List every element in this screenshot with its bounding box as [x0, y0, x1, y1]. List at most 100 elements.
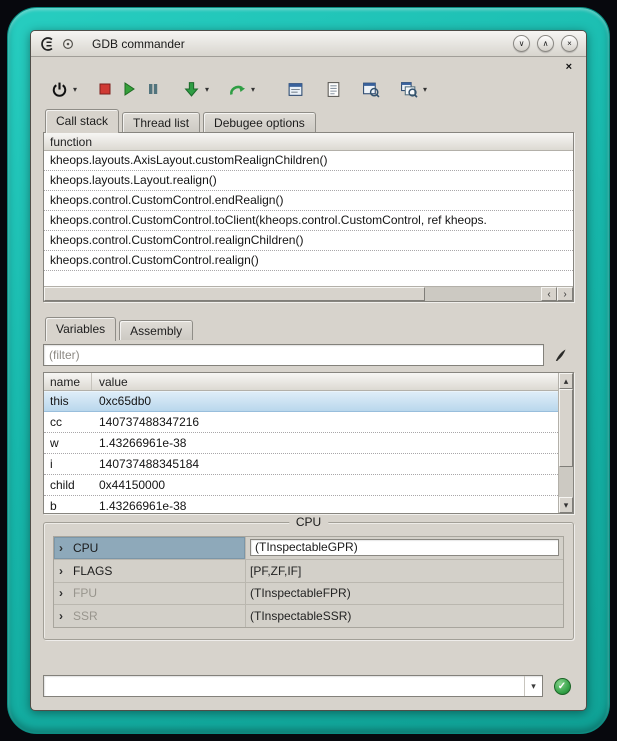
cpu-property-grid: › CPU (TInspectableGPR) › FLAGS: [53, 536, 564, 628]
execute-button[interactable]: ✓: [550, 674, 574, 698]
variables-panel: name value this 0xc65db0 cc 140737488347…: [43, 340, 574, 514]
column-header-name[interactable]: name: [44, 373, 92, 390]
var-value: 1.43266961e-38: [92, 433, 558, 453]
cpu-row-name[interactable]: › FLAGS: [54, 560, 246, 582]
step-over-button[interactable]: [225, 76, 249, 102]
table-row[interactable]: child 0x44150000: [44, 475, 558, 496]
pause-button[interactable]: [141, 76, 165, 102]
scroll-left-button[interactable]: ‹: [541, 287, 557, 301]
scroll-down-icon: ▾: [564, 500, 569, 511]
list-item[interactable]: kheops.control.CustomControl.toClient(kh…: [44, 211, 573, 231]
document-list-icon: [325, 81, 342, 98]
table-row[interactable]: i 140737488345184: [44, 454, 558, 475]
inspector-menu-button[interactable]: ▾: [421, 85, 429, 94]
scroll-up-button[interactable]: ▴: [559, 373, 573, 389]
dock-header: ×: [43, 59, 574, 74]
var-value: 1.43266961e-38: [92, 496, 558, 513]
middle-tab-bar: Variables Assembly: [43, 316, 574, 340]
curved-arrow-icon: [228, 81, 246, 98]
list-item[interactable]: kheops.control.CustomControl.realignChil…: [44, 231, 573, 251]
scrollbar-trough[interactable]: [559, 467, 573, 497]
list-item[interactable]: kheops.layouts.Layout.realign(): [44, 171, 573, 191]
var-value: 0x44150000: [92, 475, 558, 495]
register-group-label: SSR: [73, 609, 98, 623]
table-row[interactable]: › CPU (TInspectableGPR): [54, 537, 563, 560]
power-menu-button[interactable]: ▾: [71, 85, 79, 94]
table-row[interactable]: cc 140737488347216: [44, 412, 558, 433]
minimize-button[interactable]: ∨: [513, 35, 530, 52]
register-group-label: CPU: [73, 541, 98, 555]
list-item[interactable]: kheops.control.CustomControl.endRealign(…: [44, 191, 573, 211]
maximize-button[interactable]: ∧: [537, 35, 554, 52]
close-button[interactable]: ×: [561, 35, 578, 52]
app-logo-icon: [39, 36, 57, 52]
cpu-row-name[interactable]: › SSR: [54, 605, 246, 627]
combo-dropdown-button[interactable]: ▾: [524, 676, 542, 696]
table-row[interactable]: this 0xc65db0: [44, 391, 558, 412]
step-over-menu-button[interactable]: ▾: [249, 85, 257, 94]
expander-icon[interactable]: ›: [59, 588, 68, 598]
scrollbar-thumb[interactable]: [44, 287, 425, 301]
var-name: b: [44, 496, 92, 513]
scroll-left-icon: ‹: [547, 289, 550, 300]
pane-close-button[interactable]: ×: [564, 61, 574, 73]
scrollbar-trough[interactable]: [425, 287, 541, 301]
cpu-row-value: (TInspectableSSR): [246, 605, 563, 627]
power-button[interactable]: [47, 76, 71, 102]
tab-call-stack[interactable]: Call stack: [45, 109, 119, 133]
app-badge-icon: [62, 38, 74, 50]
cpu-row-value: (TInspectableFPR): [246, 583, 563, 605]
client-area: × ▾: [31, 57, 586, 710]
tab-assembly[interactable]: Assembly: [119, 320, 193, 340]
list-item[interactable]: kheops.control.CustomControl.realign(): [44, 251, 573, 271]
value-editor[interactable]: (TInspectableGPR): [250, 539, 559, 556]
expander-icon[interactable]: ›: [59, 543, 68, 553]
expander-icon[interactable]: ›: [59, 611, 68, 621]
tab-variables[interactable]: Variables: [45, 317, 116, 341]
cpu-row-value: [PF,ZF,IF]: [246, 560, 563, 582]
cpu-row-name[interactable]: › CPU: [54, 537, 246, 559]
titlebar[interactable]: GDB commander ∨ ∧ ×: [31, 31, 586, 57]
play-icon: [121, 81, 137, 97]
command-input[interactable]: [44, 676, 524, 696]
command-combobox[interactable]: ▾: [43, 675, 543, 697]
table-row[interactable]: › FPU (TInspectableFPR): [54, 583, 563, 606]
tab-debugee-options[interactable]: Debugee options: [203, 112, 316, 132]
output-button[interactable]: [283, 76, 307, 102]
tab-label: Call stack: [56, 114, 108, 128]
cpu-groupbox: CPU › CPU (TInspectableGPR) ›: [43, 522, 574, 640]
tab-label: Thread list: [133, 116, 189, 130]
table-row[interactable]: › SSR (TInspectableSSR): [54, 605, 563, 627]
horizontal-scrollbar[interactable]: ‹ ›: [44, 286, 573, 301]
tab-thread-list[interactable]: Thread list: [122, 112, 200, 132]
call-stack-column-header[interactable]: function: [44, 133, 573, 151]
table-row[interactable]: › FLAGS [PF,ZF,IF]: [54, 560, 563, 583]
scroll-down-button[interactable]: ▾: [559, 497, 573, 513]
vertical-scrollbar[interactable]: ▴ ▾: [558, 373, 573, 513]
filter-input[interactable]: [43, 344, 544, 366]
list-item[interactable]: kheops.layouts.AxisLayout.customRealignC…: [44, 151, 573, 171]
cpu-row-name[interactable]: › FPU: [54, 583, 246, 605]
filter-options-button[interactable]: [548, 343, 574, 367]
expander-icon[interactable]: ›: [59, 566, 68, 576]
run-button[interactable]: [117, 76, 141, 102]
table-row[interactable]: w 1.43266961e-38: [44, 433, 558, 454]
step-down-menu-button[interactable]: ▾: [203, 85, 211, 94]
check-icon: ✓: [554, 678, 571, 695]
var-value: 140737488347216: [92, 412, 558, 432]
command-list-button[interactable]: [321, 76, 345, 102]
inspector-button[interactable]: [397, 76, 421, 102]
arrow-down-icon: [183, 81, 200, 98]
tab-label: Debugee options: [214, 116, 305, 130]
step-down-button[interactable]: [179, 76, 203, 102]
column-header-value[interactable]: value: [92, 375, 128, 389]
var-name: w: [44, 433, 92, 453]
stop-button[interactable]: [93, 76, 117, 102]
scrollbar-thumb[interactable]: [559, 389, 573, 467]
table-row[interactable]: b 1.43266961e-38: [44, 496, 558, 513]
watch-window-icon: [362, 81, 380, 98]
watch-window-button[interactable]: [359, 76, 383, 102]
pause-icon: [145, 81, 161, 97]
stop-icon: [97, 81, 113, 97]
scroll-right-button[interactable]: ›: [557, 287, 573, 301]
